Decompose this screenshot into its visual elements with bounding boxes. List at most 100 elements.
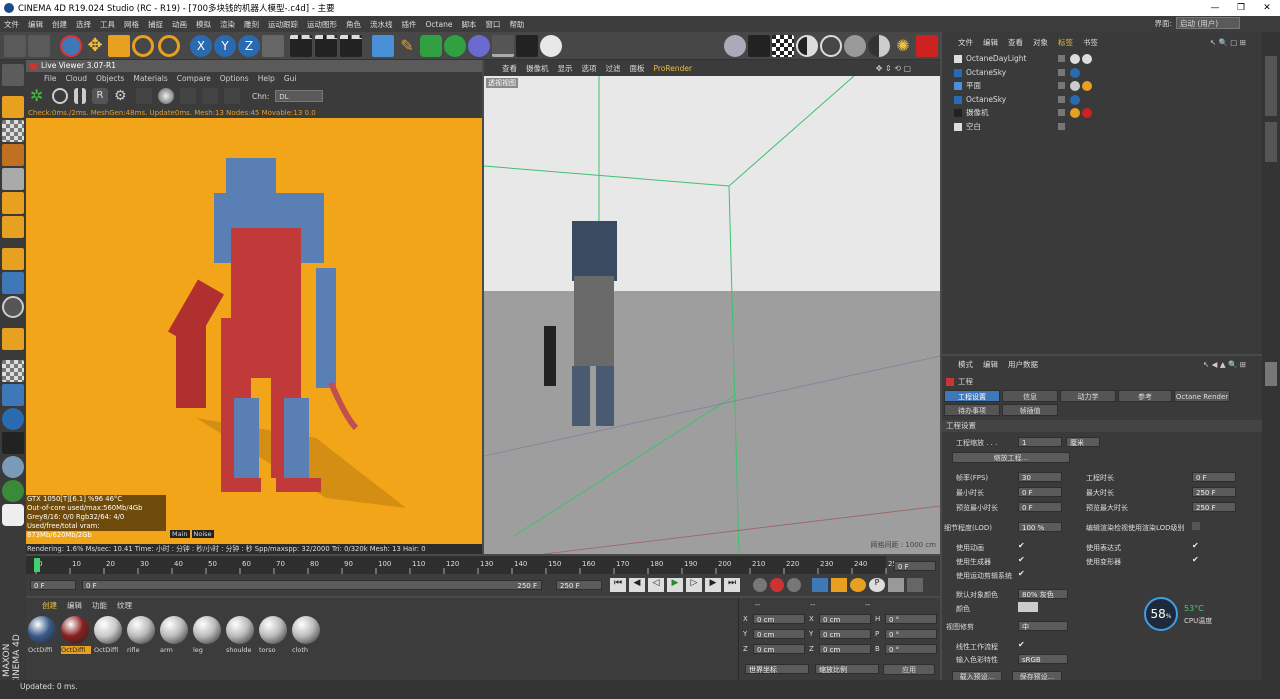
octane-target-icon[interactable]	[820, 35, 842, 57]
menu-animate[interactable]: 动画	[172, 19, 187, 30]
prev-key-icon[interactable]: ◀	[629, 578, 645, 592]
viewport-nav-icon[interactable]: ✥ ⇕ ⟲ ▢	[876, 64, 911, 73]
y-axis-icon[interactable]: Y	[214, 35, 236, 57]
material-item[interactable]: torso	[259, 616, 289, 654]
model-mode-icon[interactable]	[2, 96, 24, 118]
restart-icon[interactable]	[52, 88, 68, 104]
color-swatch[interactable]	[1018, 602, 1038, 612]
subdivision-icon[interactable]	[420, 35, 442, 57]
recent-tool-icon[interactable]	[158, 35, 180, 57]
points-mode-icon[interactable]	[2, 168, 24, 190]
pick-focus-icon[interactable]	[180, 88, 196, 104]
coord-mode-select[interactable]: 世界坐标	[745, 664, 809, 674]
object-tag-icon[interactable]	[1070, 81, 1080, 91]
timeline-layout-icon[interactable]	[907, 578, 923, 592]
undo-icon[interactable]	[4, 35, 26, 57]
menu-file[interactable]: 文件	[4, 19, 19, 30]
menu-mesh[interactable]: 网格	[124, 19, 139, 30]
octane-checker-icon[interactable]	[772, 35, 794, 57]
octane-display-icon[interactable]	[2, 504, 24, 526]
lock-icon[interactable]	[136, 88, 152, 104]
magnet-icon[interactable]	[2, 328, 24, 350]
use-animation-checkbox[interactable]: ✔	[1018, 542, 1026, 550]
tweak-mode-icon[interactable]	[2, 272, 24, 294]
menu-tools[interactable]: 工具	[100, 19, 115, 30]
key-position-icon[interactable]	[812, 578, 828, 592]
render-lod-checkbox[interactable]	[1192, 522, 1200, 530]
light-icon[interactable]	[540, 35, 562, 57]
region-render-icon[interactable]: R	[92, 88, 108, 104]
am-menu-mode[interactable]: 模式	[958, 359, 973, 370]
min-time-field[interactable]: 0 F	[1018, 487, 1062, 497]
lv-menu-objects[interactable]: Objects	[96, 74, 124, 83]
goto-start-icon[interactable]: ⏮	[610, 578, 626, 592]
editor-visibility-toggle[interactable]	[1058, 82, 1065, 89]
preview-min-field[interactable]: 0 F	[1018, 502, 1062, 512]
apply-button[interactable]: 应用	[883, 664, 935, 675]
material-item[interactable]: arm	[160, 616, 190, 654]
lv-menu-options[interactable]: Options	[220, 74, 249, 83]
scale-project-button[interactable]: 缩放工程...	[952, 452, 1070, 463]
om-menu-tags[interactable]: 标签	[1058, 37, 1073, 48]
lv-menu-cloud[interactable]: Cloud	[66, 74, 87, 83]
workplane-lock-icon[interactable]	[2, 384, 24, 406]
material-item[interactable]: cloth	[292, 616, 322, 654]
editor-visibility-toggle[interactable]	[1058, 68, 1065, 76]
object-tag-icon[interactable]	[1070, 94, 1080, 105]
octane-daylight-icon[interactable]: ✺	[892, 35, 914, 57]
next-key-icon[interactable]: ▶	[705, 578, 721, 592]
object-tag-icon[interactable]	[1070, 108, 1080, 118]
mat-menu-create[interactable]: 创建	[42, 600, 57, 611]
side-tab-content[interactable]	[1265, 122, 1277, 162]
lv-menu-compare[interactable]: Compare	[177, 74, 211, 83]
octane-send-scene-icon[interactable]: ✲	[30, 88, 46, 104]
tab-main[interactable]: Main	[170, 530, 190, 538]
next-frame-icon[interactable]: ▷	[686, 578, 702, 592]
project-scale-unit[interactable]: 厘米	[1066, 437, 1100, 447]
menu-motion-tracker[interactable]: 运动跟踪	[268, 19, 298, 30]
lv-menu-file[interactable]: File	[44, 74, 57, 83]
edges-mode-icon[interactable]	[2, 192, 24, 214]
coord-value-field[interactable]: 0 cm	[819, 614, 871, 624]
om-menu-view[interactable]: 查看	[1008, 37, 1023, 48]
coord-value-field[interactable]: 0 cm	[753, 644, 805, 654]
z-axis-icon[interactable]: Z	[238, 35, 260, 57]
object-row[interactable]: OctaneSky	[944, 93, 1262, 106]
use-deformers-checkbox[interactable]: ✔	[1192, 556, 1200, 564]
vp-menu-view[interactable]: 查看	[502, 63, 517, 74]
vp-menu-display[interactable]: 显示	[558, 63, 573, 74]
pick-material-icon[interactable]	[224, 88, 240, 104]
camera-icon[interactable]	[516, 35, 538, 57]
workplane-icon[interactable]	[2, 144, 24, 166]
object-tag-icon[interactable]	[1082, 81, 1092, 91]
am-menu-edit[interactable]: 编辑	[983, 359, 998, 370]
tab-project-settings[interactable]: 工程设置	[944, 390, 1000, 402]
om-menu-objects[interactable]: 对象	[1033, 37, 1048, 48]
preview-max-field[interactable]: 250 F	[1192, 502, 1236, 512]
current-frame-field[interactable]: 0 F	[894, 561, 936, 571]
material-item[interactable]: OctDiffi	[28, 616, 58, 654]
close-button[interactable]: ✕	[1254, 0, 1280, 16]
fps-field[interactable]: 30	[1018, 472, 1062, 482]
material-item[interactable]: rifle	[127, 616, 157, 654]
use-expressions-checkbox[interactable]: ✔	[1192, 542, 1200, 550]
mat-menu-function[interactable]: 功能	[92, 600, 107, 611]
render-settings-icon[interactable]	[340, 35, 362, 57]
end-frame-field[interactable]: 250 F	[556, 580, 602, 590]
live-select-icon[interactable]	[60, 35, 82, 57]
tab-info[interactable]: 信息	[1002, 390, 1058, 402]
keyframe-selection-icon[interactable]	[787, 578, 801, 592]
coord-value-field[interactable]: 0 °	[885, 644, 937, 654]
coord-value-field[interactable]: 0 °	[885, 614, 937, 624]
coordinate-system-icon[interactable]	[262, 35, 284, 57]
vp-menu-options[interactable]: 选项	[582, 63, 597, 74]
auto-key-icon[interactable]	[770, 578, 784, 592]
tab-reference[interactable]: 参考	[1118, 390, 1172, 402]
key-rotation-icon[interactable]	[850, 578, 866, 592]
pick-white-icon[interactable]	[202, 88, 218, 104]
octane-refresh-icon[interactable]	[2, 480, 24, 502]
texture-mode-icon[interactable]	[2, 120, 24, 142]
menu-help[interactable]: 帮助	[509, 19, 524, 30]
tab-frame-interp[interactable]: 帧插值	[1002, 404, 1058, 416]
use-generators-checkbox[interactable]: ✔	[1018, 556, 1026, 564]
